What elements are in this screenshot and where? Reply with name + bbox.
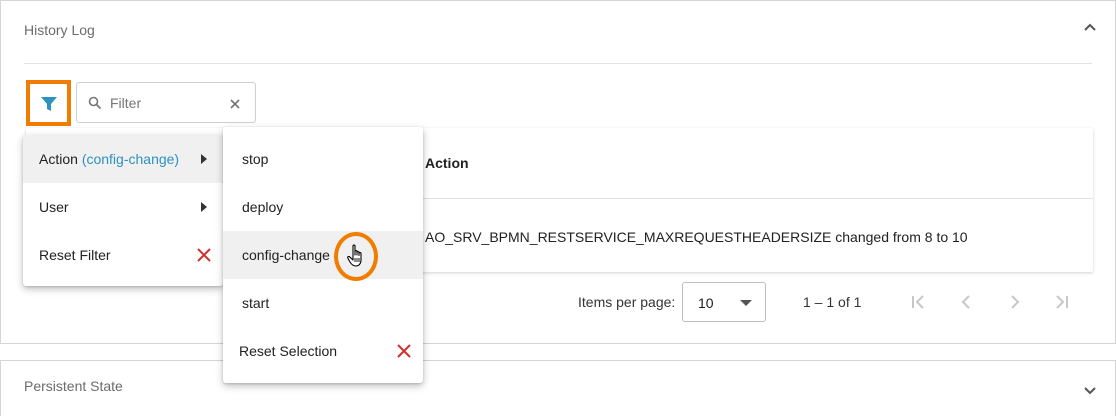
submenu-item-label: config-change	[242, 247, 330, 263]
clear-icon[interactable]	[229, 97, 241, 115]
persistent-state-title[interactable]: Persistent State	[24, 378, 123, 394]
menu-item-action[interactable]: Action (config-change)	[23, 135, 223, 183]
action-submenu: stop deploy config-change start Reset Se…	[223, 127, 423, 383]
submenu-item-label: deploy	[242, 199, 284, 215]
paginator: Items per page: 10 1 – 1 of 1	[1, 281, 1116, 323]
submenu-item-config-change[interactable]: config-change	[223, 231, 423, 279]
persistent-state-panel: Persistent State	[0, 360, 1116, 416]
page-size-value: 10	[698, 295, 714, 311]
search-icon	[88, 96, 102, 115]
close-icon	[196, 247, 212, 263]
close-icon	[396, 343, 412, 359]
page-range-label: 1 – 1 of 1	[803, 294, 862, 310]
menu-item-action-label: Action	[39, 151, 78, 167]
history-log-title[interactable]: History Log	[24, 22, 95, 38]
submenu-item-deploy[interactable]: deploy	[223, 183, 423, 231]
chevron-up-icon[interactable]	[1081, 19, 1099, 37]
items-per-page-label: Items per page:	[578, 294, 676, 310]
dropdown-caret-icon	[740, 300, 752, 306]
submenu-item-label: Reset Selection	[239, 343, 338, 359]
menu-item-reset-filter[interactable]: Reset Filter	[23, 231, 223, 279]
column-header-action[interactable]: Action	[425, 155, 469, 171]
menu-item-action-selection: (config-change)	[81, 151, 180, 167]
menu-item-user[interactable]: User	[23, 183, 223, 231]
header-divider	[24, 63, 1092, 64]
submenu-item-reset-selection[interactable]: Reset Selection	[223, 327, 423, 375]
submenu-item-label: stop	[242, 151, 269, 167]
page-size-select[interactable]: 10	[682, 282, 766, 322]
menu-item-user-label: User	[39, 199, 69, 215]
chevron-right-icon	[201, 202, 207, 212]
last-page-icon[interactable]	[1052, 292, 1072, 312]
menu-item-action-text: Action (config-change)	[39, 151, 179, 167]
submenu-item-label: start	[242, 295, 270, 311]
next-page-icon[interactable]	[1005, 292, 1025, 312]
chevron-right-icon	[201, 154, 207, 164]
cursor-highlight	[334, 232, 378, 281]
filter-input[interactable]	[110, 92, 220, 114]
table-cell-action: AO_SRV_BPMN_RESTSERVICE_MAXREQUESTHEADER…	[425, 229, 968, 245]
chevron-down-icon[interactable]	[1081, 381, 1099, 399]
submenu-item-stop[interactable]: stop	[223, 135, 423, 183]
first-page-icon[interactable]	[908, 292, 928, 312]
prev-page-icon[interactable]	[956, 292, 976, 312]
menu-item-reset-filter-label: Reset Filter	[39, 247, 111, 263]
filter-field[interactable]	[76, 82, 256, 123]
filter-menu: Action (config-change) User Reset Filter	[23, 135, 223, 286]
submenu-item-start[interactable]: start	[223, 279, 423, 327]
filter-toggle-button[interactable]	[26, 80, 71, 126]
